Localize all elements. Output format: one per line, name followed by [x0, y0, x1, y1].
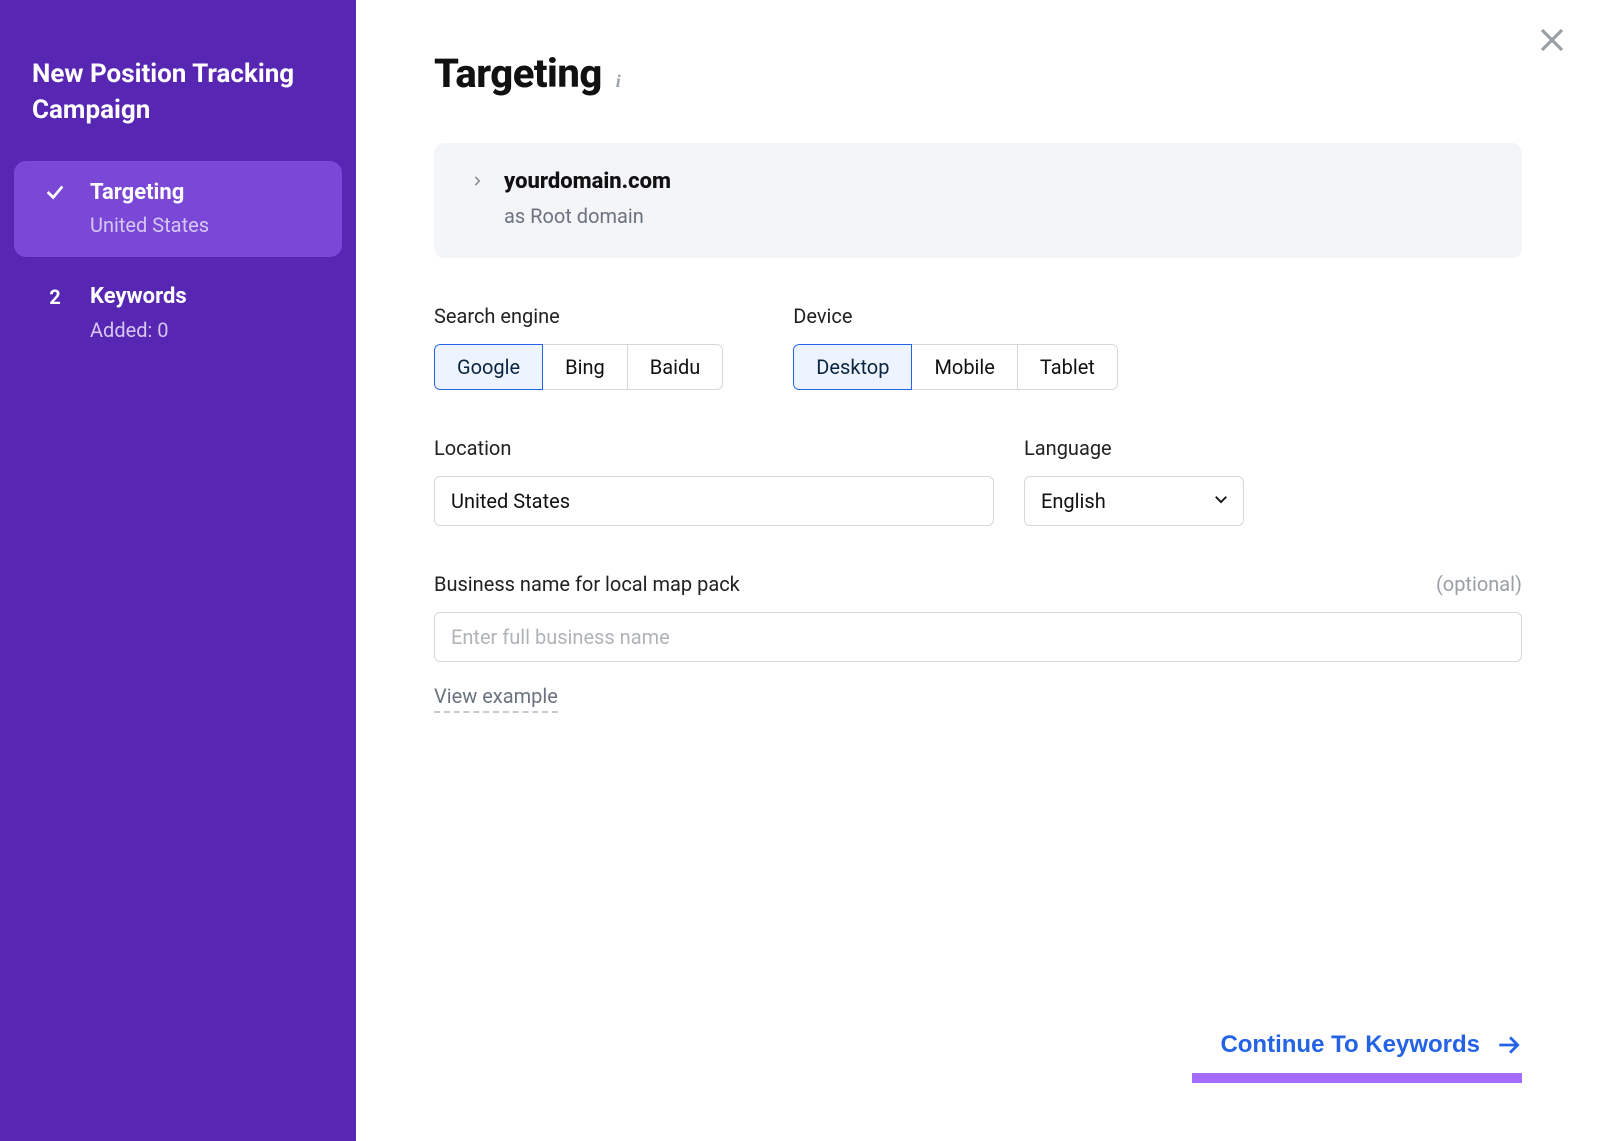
business-name-label: Business name for local map pack — [434, 572, 740, 596]
sidebar-step-sub: Added: 0 — [90, 318, 187, 342]
cta-highlight-underline — [1192, 1073, 1522, 1083]
checkmark-icon — [40, 179, 70, 203]
sidebar: New Position Tracking Campaign Targeting… — [0, 0, 356, 1141]
search-engine-option-google[interactable]: Google — [434, 344, 543, 390]
sidebar-step-title: Targeting — [90, 179, 209, 208]
chevron-right-icon — [470, 169, 484, 192]
page-title-text: Targeting — [434, 50, 602, 97]
sidebar-step-title: Keywords — [90, 283, 187, 312]
location-label: Location — [434, 436, 994, 460]
search-engine-segmented: Google Bing Baidu — [434, 344, 723, 390]
sidebar-step-labels: Keywords Added: 0 — [90, 283, 187, 342]
step-number: 2 — [40, 283, 70, 309]
device-option-desktop[interactable]: Desktop — [793, 344, 912, 390]
optional-tag: (optional) — [1436, 572, 1522, 596]
sidebar-step-labels: Targeting United States — [90, 179, 209, 238]
location-field: Location — [434, 436, 994, 526]
business-name-input[interactable] — [434, 612, 1522, 662]
location-input[interactable] — [434, 476, 994, 526]
search-engine-label: Search engine — [434, 304, 723, 328]
device-field: Device Desktop Mobile Tablet — [793, 304, 1118, 390]
language-field: Language English — [1024, 436, 1244, 526]
language-select[interactable]: English — [1024, 476, 1244, 526]
info-icon[interactable]: i — [616, 71, 621, 92]
domain-sub: as Root domain — [504, 204, 671, 228]
continue-to-keywords-button[interactable]: Continue To Keywords — [1220, 1031, 1522, 1059]
domain-name: yourdomain.com — [504, 169, 671, 194]
sidebar-step-sub: United States — [90, 213, 209, 237]
cta-label: Continue To Keywords — [1220, 1031, 1480, 1059]
search-engine-field: Search engine Google Bing Baidu — [434, 304, 723, 390]
device-option-tablet[interactable]: Tablet — [1017, 344, 1118, 390]
search-engine-option-baidu[interactable]: Baidu — [627, 344, 724, 390]
domain-text: yourdomain.com as Root domain — [504, 169, 671, 228]
sidebar-step-keywords[interactable]: 2 Keywords Added: 0 — [14, 265, 342, 362]
sidebar-step-targeting[interactable]: Targeting United States — [14, 161, 342, 258]
view-example-link[interactable]: View example — [434, 684, 558, 713]
domain-card[interactable]: yourdomain.com as Root domain — [434, 143, 1522, 258]
page-title: Targeting i — [434, 50, 1522, 97]
arrow-right-icon — [1496, 1032, 1522, 1058]
device-segmented: Desktop Mobile Tablet — [793, 344, 1118, 390]
cta-container: Continue To Keywords — [1192, 1031, 1522, 1083]
main-panel: Targeting i yourdomain.com as Root domai… — [356, 0, 1600, 1141]
device-option-mobile[interactable]: Mobile — [911, 344, 1017, 390]
device-label: Device — [793, 304, 1118, 328]
language-label: Language — [1024, 436, 1244, 460]
sidebar-title: New Position Tracking Campaign — [0, 56, 356, 161]
close-icon — [1537, 25, 1567, 55]
search-engine-option-bing[interactable]: Bing — [542, 344, 628, 390]
business-name-field: Business name for local map pack (option… — [434, 572, 1522, 713]
close-button[interactable] — [1530, 18, 1574, 62]
